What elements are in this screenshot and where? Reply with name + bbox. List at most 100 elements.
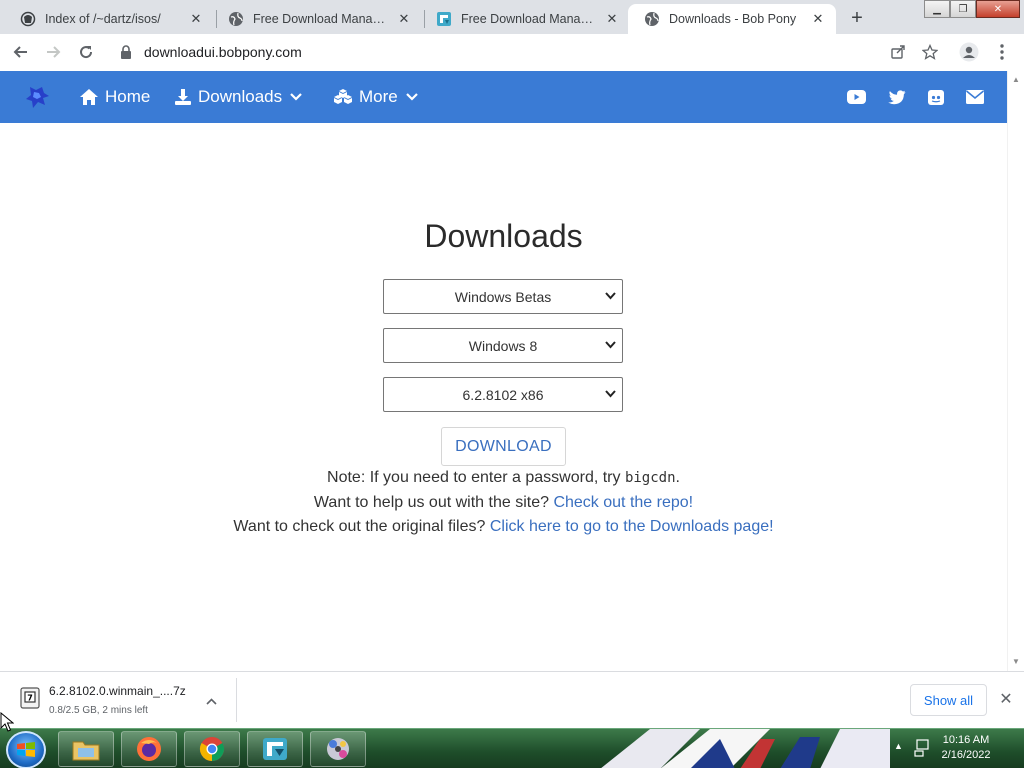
disc-icon (327, 738, 349, 760)
window-close-button[interactable]: ✕ (976, 0, 1020, 18)
clock-date: 2/16/2022 (941, 749, 991, 761)
nav-home[interactable]: Home (79, 71, 150, 123)
repo-link[interactable]: Check out the repo! (553, 494, 693, 511)
system-tray: ▲ 10:16 AM 2/16/2022 (890, 729, 1024, 768)
download-icon (175, 89, 191, 105)
taskbar-fdm[interactable] (247, 731, 303, 767)
site-navbar: Home Downloads More (0, 71, 1007, 123)
address-bar[interactable]: downloadui.bobpony.com (110, 37, 950, 67)
globe-icon (228, 11, 244, 27)
category-select[interactable]: Windows Betas (383, 279, 623, 314)
product-select[interactable]: Windows 8 (383, 328, 623, 363)
windows-taskbar: ▲ 10:16 AM 2/16/2022 (0, 728, 1024, 768)
main-content: Downloads Windows Betas Windows 8 6.2.81… (0, 123, 1007, 671)
chevron-down-icon (405, 93, 418, 101)
tab-downloads-bob-pony[interactable]: Downloads - Bob Pony ✕ (628, 4, 836, 34)
discord-icon[interactable] (926, 87, 946, 107)
show-all-button[interactable]: Show all (910, 684, 987, 716)
mouse-cursor-icon (0, 711, 15, 737)
downloads-page-link[interactable]: Click here to go to the Downloads page! (490, 518, 774, 535)
tab-free-download-manager-1[interactable]: Free Download Manager - ✕ (212, 4, 422, 34)
bookmark-star-icon[interactable] (917, 39, 943, 65)
taskbar-explorer[interactable] (58, 731, 114, 767)
taskbar-media[interactable] (310, 731, 366, 767)
archive-file-icon: 7 (18, 686, 42, 710)
network-icon[interactable] (914, 739, 930, 762)
browser-toolbar: downloadui.bobpony.com (0, 34, 1024, 71)
download-item[interactable]: 7 6.2.8102.0.winmain_....7z 0.8/2.5 GB, … (14, 680, 236, 724)
close-icon[interactable]: ✕ (188, 11, 204, 27)
password-note-suffix: . (675, 469, 680, 486)
help-note-text: Want to help us out with the site? (313, 494, 554, 511)
svg-text:7: 7 (27, 694, 33, 703)
chrome-icon (199, 737, 225, 761)
original-files-note: Want to check out the original files? Cl… (0, 518, 1007, 536)
nav-downloads[interactable]: Downloads (174, 71, 308, 123)
help-note: Want to help us out with the site? Check… (0, 494, 1007, 512)
password-note-text: Note: If you need to enter a password, t… (327, 469, 625, 486)
nav-downloads-label: Downloads (198, 87, 283, 106)
build-select-value: 6.2.8102 x86 (462, 386, 544, 403)
tab-index-of-isos[interactable]: Index of /~dartz/isos/ ✕ (4, 4, 214, 34)
page-title: Downloads (424, 218, 583, 254)
forward-arrow-icon[interactable] (38, 37, 68, 67)
nav-more[interactable]: More (333, 71, 424, 123)
folder-icon (72, 741, 100, 761)
reload-icon[interactable] (71, 37, 101, 67)
close-icon[interactable]: ✕ (604, 11, 620, 27)
clock-time: 10:16 AM (942, 734, 990, 746)
scroll-up-arrow-icon[interactable]: ▲ (1012, 75, 1020, 84)
chevron-down-icon (605, 292, 616, 300)
pony-logo-icon (26, 87, 49, 108)
download-status: 0.8/2.5 GB, 2 mins left (49, 705, 148, 716)
youtube-icon[interactable] (846, 87, 866, 107)
tab-title: Free Download Manager - (253, 12, 390, 26)
scroll-down-arrow-icon[interactable]: ▼ (1012, 657, 1020, 666)
cubes-icon (334, 89, 352, 104)
chevron-down-icon (605, 390, 616, 398)
product-select-value: Windows 8 (468, 337, 538, 354)
close-icon[interactable]: ✕ (810, 11, 826, 27)
tab-free-download-manager-2[interactable]: Free Download Manager - ✕ (420, 4, 630, 34)
clock[interactable]: 10:16 AM 2/16/2022 (936, 733, 996, 763)
tab-title: Free Download Manager - (461, 12, 598, 26)
home-icon (80, 89, 98, 105)
page-scrollbar[interactable]: ▲ ▼ (1007, 71, 1024, 671)
taskbar-chrome[interactable] (184, 731, 240, 767)
category-select-value: Windows Betas (454, 288, 552, 305)
tab-strip: Index of /~dartz/isos/ ✕ Free Download M… (0, 0, 1024, 34)
firefox-icon (137, 737, 161, 761)
password-code: bigcdn (624, 470, 676, 486)
new-tab-button[interactable]: + (845, 6, 869, 30)
taskbar-firefox[interactable] (121, 731, 177, 767)
tab-title: Index of /~dartz/isos/ (45, 12, 161, 26)
fdm-icon (263, 738, 287, 760)
close-icon[interactable]: ✕ (396, 11, 412, 27)
tray-expand-icon[interactable]: ▲ (894, 741, 903, 751)
page-icon (20, 11, 36, 27)
chevron-down-icon (290, 93, 302, 101)
build-select[interactable]: 6.2.8102 x86 (383, 377, 623, 412)
nav-more-label: More (359, 87, 398, 106)
mail-icon[interactable] (965, 87, 985, 107)
profile-avatar-icon[interactable] (956, 39, 982, 65)
menu-kebab-icon[interactable] (989, 39, 1015, 65)
chevron-up-icon[interactable] (206, 694, 217, 708)
chevron-down-icon (605, 341, 616, 349)
restore-button[interactable]: ❐ (950, 0, 976, 18)
lock-icon[interactable] (120, 45, 134, 59)
password-note: Note: If you need to enter a password, t… (0, 469, 1007, 487)
windows-logo-icon (17, 742, 35, 757)
back-arrow-icon[interactable] (6, 37, 36, 67)
window-controls: ▁ ❐ ✕ (924, 0, 1020, 18)
download-button[interactable]: DOWNLOAD (441, 427, 566, 466)
close-shelf-icon[interactable]: ✕ (996, 689, 1016, 709)
site-logo[interactable] (24, 71, 56, 123)
shelf-divider (236, 678, 237, 722)
download-shelf: 7 6.2.8102.0.winmain_....7z 0.8/2.5 GB, … (0, 671, 1024, 728)
original-files-text: Want to check out the original files? (233, 518, 490, 535)
share-icon[interactable] (885, 39, 911, 65)
minimize-button[interactable]: ▁ (924, 0, 950, 18)
twitter-icon[interactable] (887, 87, 907, 107)
download-filename: 6.2.8102.0.winmain_....7z (49, 684, 186, 698)
